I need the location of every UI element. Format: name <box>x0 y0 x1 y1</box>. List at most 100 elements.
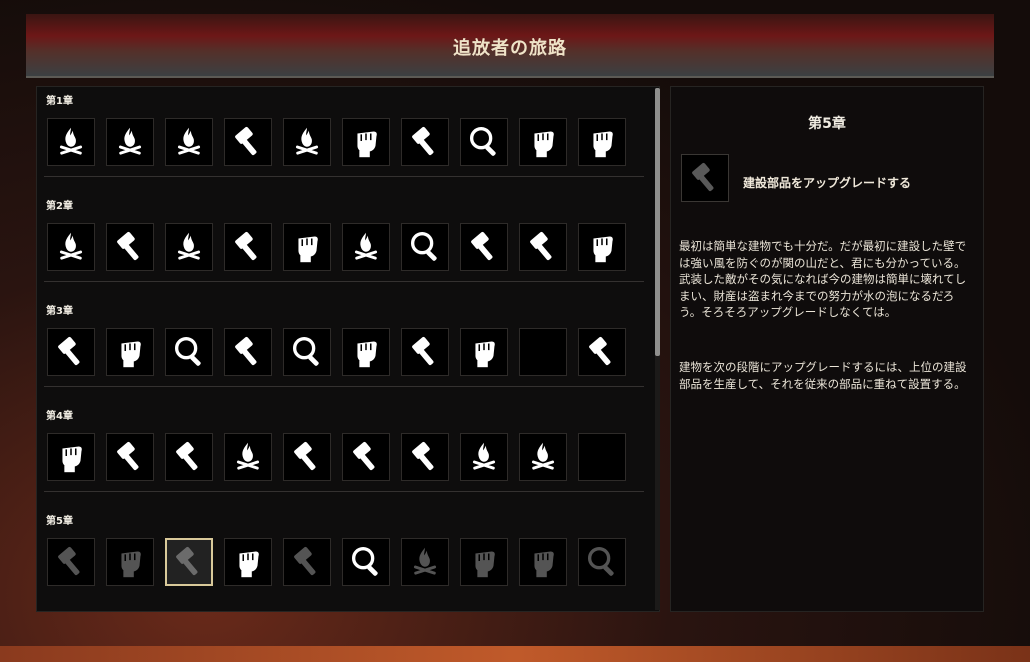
hammer-icon <box>111 228 149 266</box>
objective-tile[interactable] <box>165 328 213 376</box>
fist-icon <box>583 123 621 161</box>
hammer-icon <box>229 123 267 161</box>
divider <box>44 176 644 177</box>
fist-icon <box>111 543 149 581</box>
description-paragraph-2: 建物を次の段階にアップグレードするには、上位の建設部品を生産して、それを従来の部… <box>679 360 967 391</box>
objective-tile[interactable] <box>578 223 626 271</box>
detail-chapter-title: 第5章 <box>808 116 846 132</box>
objective-tile[interactable] <box>224 538 272 586</box>
description-paragraph-1: 最初は簡単な建物でも十分だ。だが最初に建設した壁では強い風を防ぐのが関の山だと、… <box>679 239 967 319</box>
objective-tile[interactable] <box>47 223 95 271</box>
objective-label: 建設部品をアップグレードする <box>743 176 912 190</box>
chapter-title: 第5章 <box>46 516 73 527</box>
objective-tile[interactable] <box>401 433 449 481</box>
fire-icon <box>465 438 503 476</box>
fire-icon <box>524 438 562 476</box>
header-banner: 追放者の旅路 <box>26 14 994 78</box>
objective-tile[interactable] <box>342 328 390 376</box>
objective-tile[interactable] <box>106 538 154 586</box>
fist-icon <box>583 228 621 266</box>
empty-slot[interactable] <box>578 433 626 481</box>
objective-tile[interactable] <box>401 538 449 586</box>
objective-tile[interactable] <box>224 118 272 166</box>
objective-tile[interactable] <box>460 223 508 271</box>
objective-tile[interactable] <box>47 433 95 481</box>
page-title: 追放者の旅路 <box>453 38 567 59</box>
hammer-icon <box>406 438 444 476</box>
objective-tile[interactable] <box>401 118 449 166</box>
objective-tile[interactable] <box>106 433 154 481</box>
hammer-icon <box>111 438 149 476</box>
objective-tile[interactable] <box>47 538 95 586</box>
objective-tile[interactable] <box>224 223 272 271</box>
objective-tile[interactable] <box>342 118 390 166</box>
objective-tile[interactable] <box>342 223 390 271</box>
fire-icon <box>111 123 149 161</box>
objective-tile[interactable] <box>165 538 213 586</box>
objective-tile[interactable] <box>283 433 331 481</box>
chapter-title: 第1章 <box>46 96 73 107</box>
objective-tile[interactable] <box>47 328 95 376</box>
scroll-thumb[interactable] <box>655 88 660 356</box>
objective-tile[interactable] <box>342 433 390 481</box>
hammer-icon <box>170 438 208 476</box>
objective-tile[interactable] <box>578 538 626 586</box>
fire-icon <box>347 228 385 266</box>
chapter-title: 第2章 <box>46 201 73 212</box>
hammer-icon <box>406 333 444 371</box>
magnifier-icon <box>465 123 503 161</box>
objective-tile[interactable] <box>519 538 567 586</box>
detail-panel: 第5章 建設部品をアップグレードする 最初は簡単な建物でも十分だ。だが最初に建設… <box>670 86 984 612</box>
objective-tile[interactable] <box>283 328 331 376</box>
hammer-icon <box>465 228 503 266</box>
objective-tile[interactable] <box>460 433 508 481</box>
hammer-icon <box>524 228 562 266</box>
divider <box>44 281 644 282</box>
empty-slot[interactable] <box>519 328 567 376</box>
fist-icon <box>229 543 267 581</box>
fire-icon <box>52 228 90 266</box>
objective-tile[interactable] <box>401 223 449 271</box>
hammer-icon <box>347 438 385 476</box>
magnifier-icon <box>406 228 444 266</box>
objective-tile[interactable] <box>47 118 95 166</box>
divider <box>44 491 644 492</box>
hammer-icon <box>583 333 621 371</box>
magnifier-icon <box>583 543 621 581</box>
fist-icon <box>347 333 385 371</box>
scrollbar[interactable] <box>655 88 660 610</box>
objective-tile[interactable] <box>106 328 154 376</box>
magnifier-icon <box>170 333 208 371</box>
objective-tile[interactable] <box>224 433 272 481</box>
objective-tile[interactable] <box>283 538 331 586</box>
objective-tile[interactable] <box>283 118 331 166</box>
objective-tile[interactable] <box>165 433 213 481</box>
objective-tile[interactable] <box>283 223 331 271</box>
objective-tile[interactable] <box>578 328 626 376</box>
hammer-icon <box>170 543 208 581</box>
objective-tile[interactable] <box>342 538 390 586</box>
objective-tile[interactable] <box>460 538 508 586</box>
objective-tile[interactable] <box>578 118 626 166</box>
fire-icon <box>288 123 326 161</box>
fist-icon <box>524 543 562 581</box>
fist-icon <box>347 123 385 161</box>
objective-tile[interactable] <box>106 118 154 166</box>
objective-tile[interactable] <box>224 328 272 376</box>
objective-tile[interactable] <box>165 118 213 166</box>
fist-icon <box>465 543 503 581</box>
hammer-icon <box>52 543 90 581</box>
objective-tile[interactable] <box>519 118 567 166</box>
divider <box>44 386 644 387</box>
objective-tile[interactable] <box>519 223 567 271</box>
objective-tile[interactable] <box>401 328 449 376</box>
hammer-icon <box>229 228 267 266</box>
objective-tile[interactable] <box>460 328 508 376</box>
objective-tile[interactable] <box>106 223 154 271</box>
objective-tile[interactable] <box>519 433 567 481</box>
objective-tile[interactable] <box>460 118 508 166</box>
objective-tile[interactable] <box>165 223 213 271</box>
fist-icon <box>465 333 503 371</box>
fist-icon <box>524 123 562 161</box>
magnifier-icon <box>288 333 326 371</box>
